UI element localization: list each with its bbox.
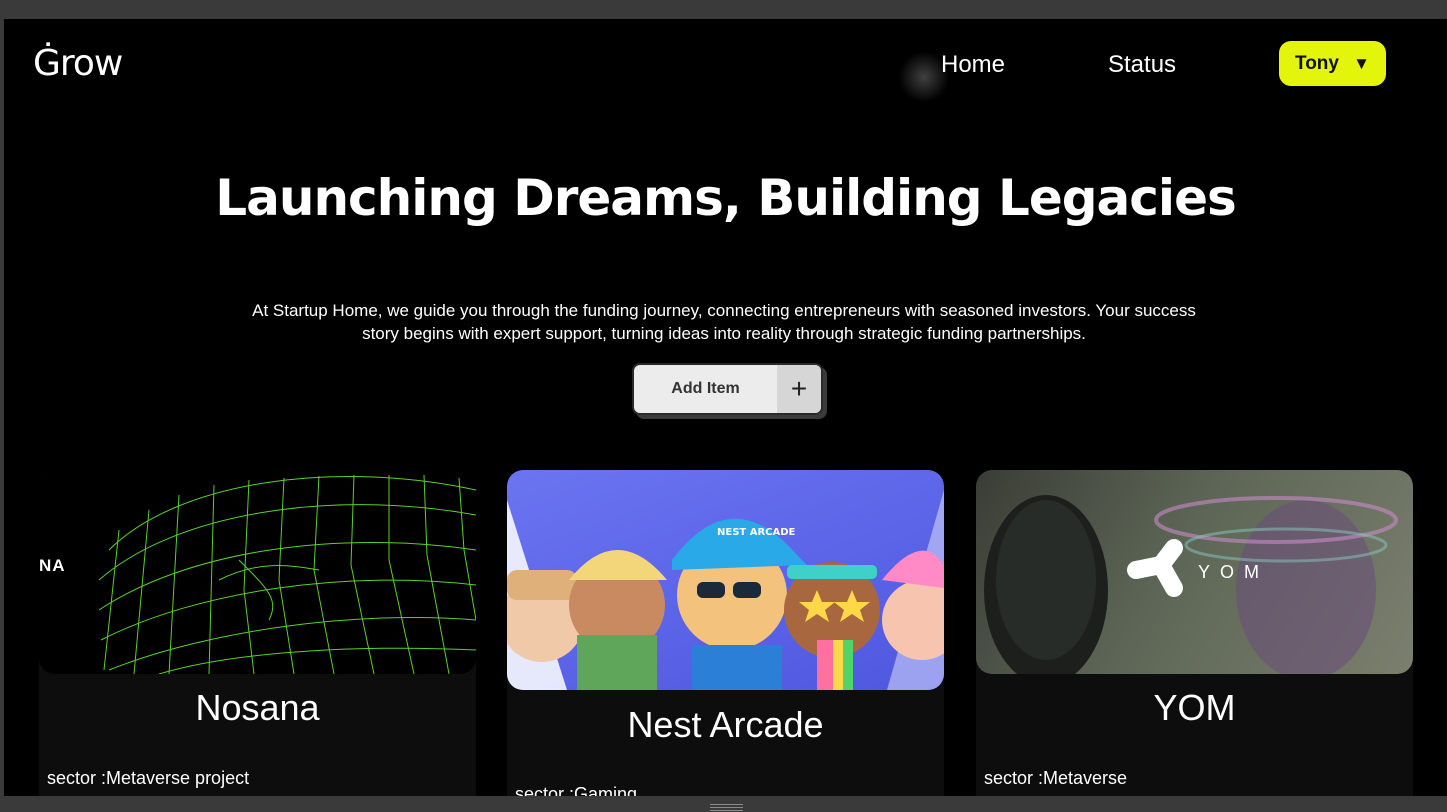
user-menu-dropdown[interactable]: Tony ▼ (1279, 41, 1386, 86)
nosana-image: NA (39, 470, 476, 674)
add-item-label: Add Item (671, 380, 740, 397)
card-title: YOM (1153, 687, 1236, 728)
project-card-nosana[interactable]: NA Nosana sector :Metaverse project (39, 470, 476, 796)
nav-home-link[interactable]: Home (941, 51, 1005, 79)
card-sector: sector :Metaverse (984, 768, 1128, 788)
project-card-yom[interactable]: YOM YOM sector :Metaverse (976, 470, 1413, 796)
plus-icon: + (777, 365, 821, 413)
grow-logo[interactable]: Ġrow (33, 43, 123, 84)
project-card-nest-arcade[interactable]: NEST ARCADE Nest Arcade sector :Gaming (507, 470, 944, 796)
yom-image: YOM (976, 470, 1413, 674)
user-name: Tony (1295, 52, 1339, 74)
caret-down-icon: ▼ (1353, 53, 1370, 73)
card-title: Nosana (195, 687, 320, 728)
yom-logo-text: YOM (1198, 562, 1270, 582)
card-sector: sector :Gaming (515, 784, 638, 796)
card-sector: sector :Metaverse project (47, 768, 250, 788)
hero-title: Launching Dreams, Building Legacies (215, 169, 1237, 227)
page-viewport: Ġrow Home Status Tony ▼ Launching Dreams… (4, 19, 1447, 796)
nest-arcade-image: NEST ARCADE (507, 470, 944, 690)
nav-status-link[interactable]: Status (1108, 51, 1176, 79)
nest-cap-text: NEST ARCADE (717, 527, 796, 538)
nest-arcade-characters: NEST ARCADE (507, 490, 944, 690)
nosana-logo: NA (39, 556, 66, 575)
drag-handle-icon[interactable] (710, 804, 743, 812)
hero-description: At Startup Home, we guide you through th… (252, 301, 1196, 343)
yom-artwork (984, 495, 1398, 674)
wireframe-graphic (98, 474, 476, 674)
add-item-button[interactable]: Add Item + (632, 363, 823, 415)
card-title: Nest Arcade (627, 704, 824, 745)
